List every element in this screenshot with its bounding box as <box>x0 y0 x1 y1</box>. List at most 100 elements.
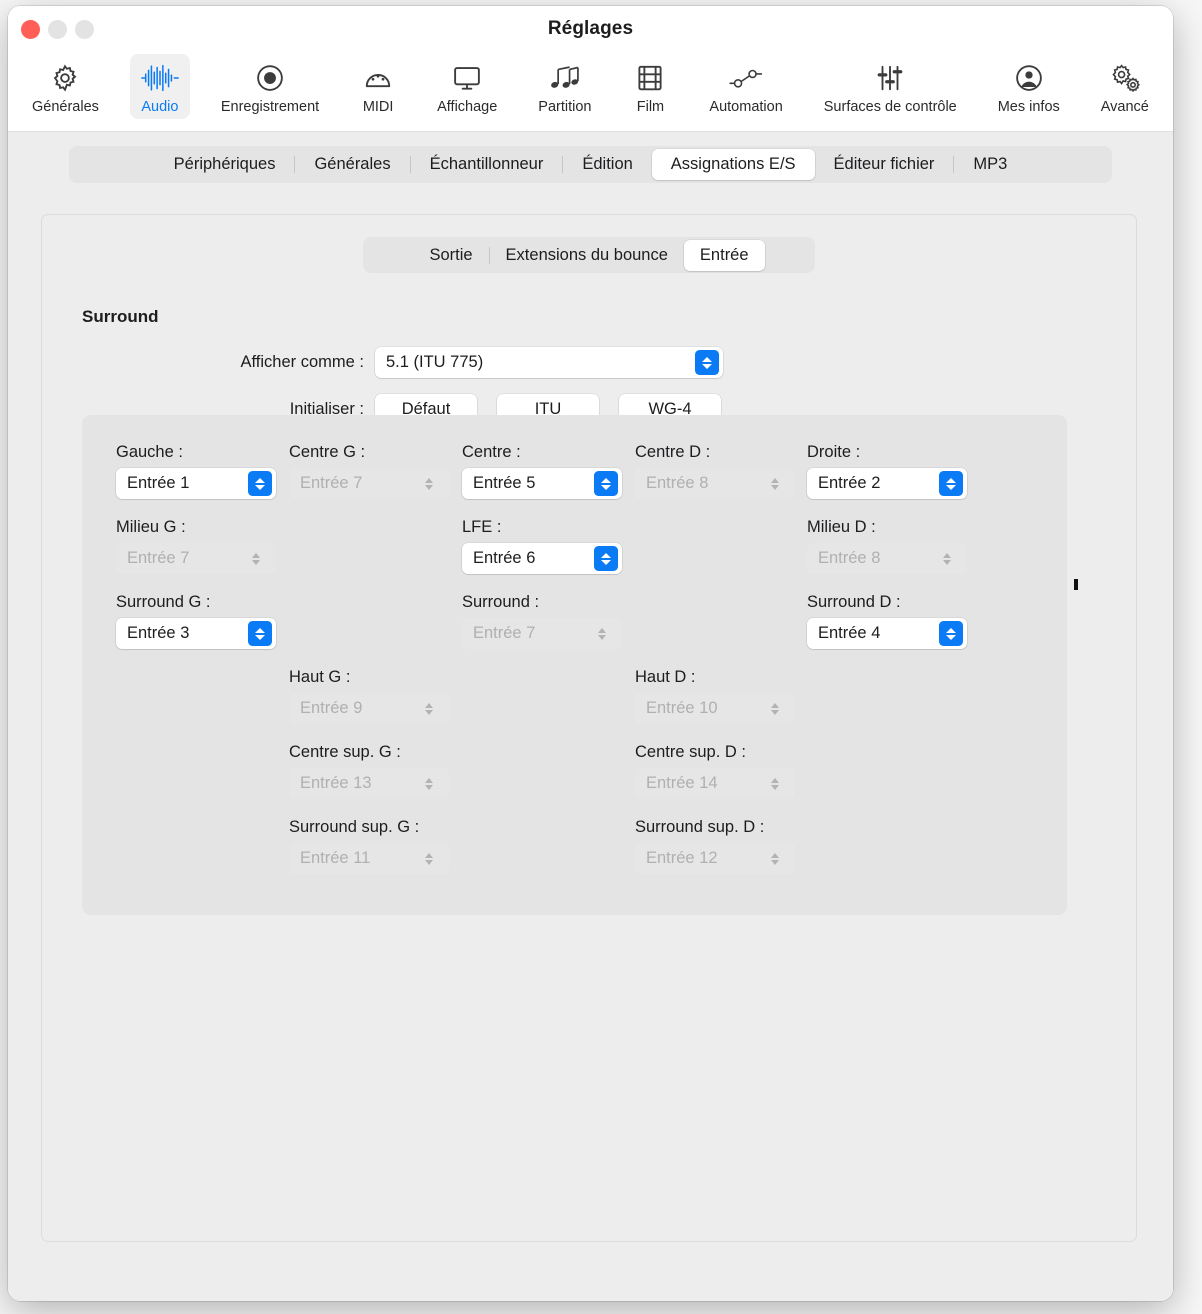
channel-popup-surround-g[interactable]: Entrée 3 <box>116 618 276 649</box>
channel-popup-milieu-g: Entrée 7 <box>116 543 276 574</box>
tab-label: Périphériques <box>173 155 276 173</box>
toolbar-item-label: Audio <box>141 99 179 115</box>
stepper-chevrons-icon[interactable] <box>248 471 272 496</box>
channel-popup-milieu-d: Entrée 8 <box>807 543 967 574</box>
channel-value: Entrée 14 <box>646 774 718 792</box>
desktop-background: Réglages Générales Audio Enregistrement … <box>0 0 1202 1314</box>
toolbar-item-surfaces-de-controle[interactable]: Surfaces de contrôle <box>814 54 967 119</box>
stepper-chevrons-icon <box>244 546 268 571</box>
waveform-icon <box>140 61 180 95</box>
channel-lfe: LFE : Entrée 6 <box>462 518 622 574</box>
stepper-chevrons-icon <box>417 471 441 496</box>
toolbar-item-generales[interactable]: Générales <box>22 54 109 119</box>
automation-curve-icon <box>728 61 764 95</box>
stepper-chevrons-icon[interactable] <box>248 621 272 646</box>
toolbar-item-label: MIDI <box>362 99 394 115</box>
tab-generales[interactable]: Générales <box>295 149 409 180</box>
stepper-chevrons-icon[interactable] <box>594 546 618 571</box>
stepper-chevrons-icon <box>763 846 787 871</box>
tab-label: Générales <box>314 155 391 173</box>
channel-value: Entrée 6 <box>473 549 536 567</box>
channel-label: Centre G : <box>289 443 366 461</box>
display-as-row: Afficher comme : 5.1 (ITU 775) <box>42 347 1136 378</box>
toolbar-item-label: Avancé <box>1100 99 1149 115</box>
display-as-popup[interactable]: 5.1 (ITU 775) <box>375 347 723 378</box>
channel-centre-sup-g: Centre sup. G : Entrée 13 <box>289 743 449 799</box>
subtab-sortie[interactable]: Sortie <box>413 240 488 271</box>
tab-label: Échantillonneur <box>429 155 544 173</box>
channel-popup-surround-sup-g: Entrée 11 <box>289 843 449 874</box>
channel-label: Haut G : <box>289 668 351 686</box>
channel-popup-haut-g: Entrée 9 <box>289 693 449 724</box>
toolbar-item-automation[interactable]: Automation <box>699 54 792 119</box>
settings-window: Réglages Générales Audio Enregistrement … <box>8 6 1173 1301</box>
tab-label: MP3 <box>973 155 1008 173</box>
toolbar-item-midi[interactable]: MIDI <box>350 54 406 119</box>
tab-edition[interactable]: Édition <box>563 149 651 180</box>
stepper-chevrons-icon[interactable] <box>695 350 719 375</box>
stepper-chevrons-icon[interactable] <box>939 621 963 646</box>
tab-label: Édition <box>582 155 633 173</box>
settings-tabbar: Périphériques Générales Échantillonneur … <box>69 146 1112 183</box>
subtab-extensions-du-bounce[interactable]: Extensions du bounce <box>490 240 684 271</box>
channel-value: Entrée 3 <box>127 624 190 642</box>
toolbar-item-label: Partition <box>538 99 592 115</box>
text-cursor-artifact <box>1074 579 1078 590</box>
toolbar-item-audio[interactable]: Audio <box>129 54 190 119</box>
channel-label: Milieu G : <box>116 518 186 536</box>
channel-popup-gauche[interactable]: Entrée 1 <box>116 468 276 499</box>
gear-icon <box>50 61 80 95</box>
toolbar-item-label: Film <box>636 99 665 115</box>
io-subtabbar: Sortie Extensions du bounce Entrée <box>363 237 815 273</box>
stepper-chevrons-icon[interactable] <box>939 471 963 496</box>
toolbar-item-label: Mes infos <box>997 99 1060 115</box>
toolbar-item-label: Surfaces de contrôle <box>823 99 957 115</box>
tab-peripheriques[interactable]: Périphériques <box>155 149 295 180</box>
tab-echantillonneur[interactable]: Échantillonneur <box>411 149 563 180</box>
channel-value: Entrée 1 <box>127 474 190 492</box>
channel-popup-centre[interactable]: Entrée 5 <box>462 468 622 499</box>
toolbar-item-affichage[interactable]: Affichage <box>427 54 507 119</box>
window-titlebar: Réglages <box>8 6 1173 54</box>
channel-value: Entrée 5 <box>473 474 536 492</box>
tab-editeur-fichier[interactable]: Éditeur fichier <box>815 149 954 180</box>
channel-popup-lfe[interactable]: Entrée 6 <box>462 543 622 574</box>
toolbar-item-label: Automation <box>709 99 783 115</box>
channel-centre-d: Centre D : Entrée 8 <box>635 443 795 499</box>
toolbar-item-partition[interactable]: Partition <box>528 54 601 119</box>
channel-label: Centre : <box>462 443 521 461</box>
channel-droite: Droite : Entrée 2 <box>807 443 967 499</box>
subtab-entree[interactable]: Entrée <box>683 239 765 271</box>
channel-label: Surround sup. D : <box>635 818 765 836</box>
channel-value: Entrée 4 <box>818 624 881 642</box>
channel-popup-centre-g: Entrée 7 <box>289 468 449 499</box>
subtab-label: Extensions du bounce <box>505 245 668 264</box>
toolbar-item-mes-infos[interactable]: Mes infos <box>988 54 1070 119</box>
channel-centre: Centre : Entrée 5 <box>462 443 622 499</box>
channel-popup-surround-d[interactable]: Entrée 4 <box>807 618 967 649</box>
settings-body: Périphériques Générales Échantillonneur … <box>8 132 1173 1301</box>
channel-popup-droite[interactable]: Entrée 2 <box>807 468 967 499</box>
stepper-chevrons-icon <box>417 846 441 871</box>
toolbar-item-film[interactable]: Film <box>622 54 678 119</box>
channel-popup-centre-sup-d: Entrée 14 <box>635 768 795 799</box>
subtab-label: Sortie <box>429 245 473 264</box>
channel-surround: Surround : Entrée 7 <box>462 593 622 649</box>
channel-milieu-d: Milieu D : Entrée 8 <box>807 518 967 574</box>
toolbar-item-label: Générales <box>32 99 99 115</box>
channel-milieu-g: Milieu G : Entrée 7 <box>116 518 276 574</box>
stepper-chevrons-icon <box>763 696 787 721</box>
toolbar-item-enregistrement[interactable]: Enregistrement <box>211 54 329 119</box>
channel-label: Milieu D : <box>807 518 876 536</box>
channel-value: Entrée 7 <box>300 474 363 492</box>
channel-surround-d: Surround D : Entrée 4 <box>807 593 967 649</box>
display-as-value: 5.1 (ITU 775) <box>386 353 484 371</box>
toolbar-item-label: Affichage <box>437 99 498 115</box>
toolbar-item-avance[interactable]: Avancé <box>1091 54 1159 119</box>
tab-assignations-es[interactable]: Assignations E/S <box>651 149 815 180</box>
stepper-chevrons-icon[interactable] <box>594 471 618 496</box>
tab-mp3[interactable]: MP3 <box>954 149 1026 180</box>
surround-matrix: Gauche : Entrée 1 Centre G : Entrée 7 Ce… <box>82 415 1078 915</box>
channel-value: Entrée 9 <box>300 699 363 717</box>
music-notes-icon <box>549 61 581 95</box>
